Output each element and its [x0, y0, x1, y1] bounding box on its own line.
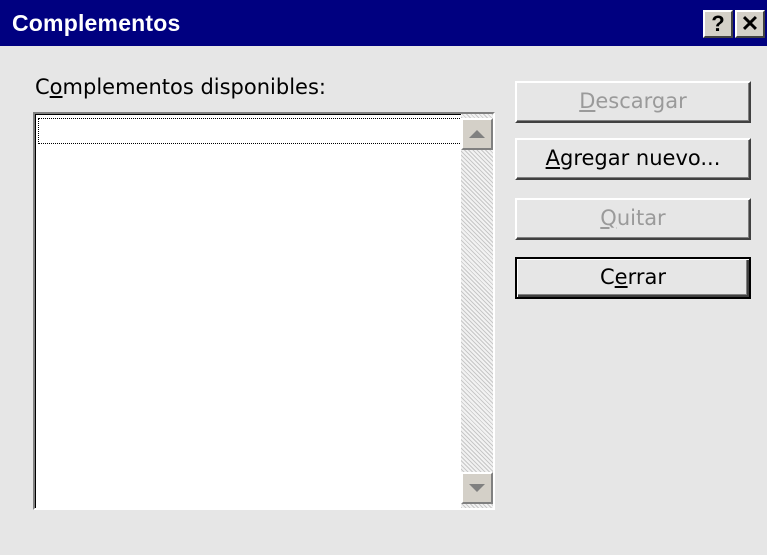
scroll-up-button[interactable] — [461, 118, 493, 150]
close-window-button[interactable]: ✕ — [735, 10, 765, 38]
close-icon: ✕ — [740, 11, 760, 36]
scroll-down-button[interactable] — [461, 472, 493, 504]
list-focus-item[interactable] — [38, 118, 462, 144]
close-button[interactable]: Cerrar — [515, 257, 751, 299]
help-button[interactable]: ? — [703, 10, 733, 38]
remove-button[interactable]: Quitar — [515, 198, 751, 240]
window-title: Complementos — [12, 10, 181, 36]
add-new-button[interactable]: Agregar nuevo... — [515, 138, 751, 180]
complementos-dialog: Complementos ? ✕ Complementos disponible… — [0, 0, 767, 555]
download-button[interactable]: Descargar — [515, 81, 751, 123]
title-bar[interactable]: Complementos ? ✕ — [0, 0, 767, 46]
addins-listbox[interactable] — [33, 112, 495, 510]
arrow-down-icon — [469, 484, 485, 492]
vertical-scrollbar[interactable] — [461, 114, 493, 508]
help-icon: ? — [711, 11, 725, 36]
arrow-up-icon — [469, 130, 485, 138]
available-addins-label: Complementos disponibles: — [35, 75, 326, 99]
